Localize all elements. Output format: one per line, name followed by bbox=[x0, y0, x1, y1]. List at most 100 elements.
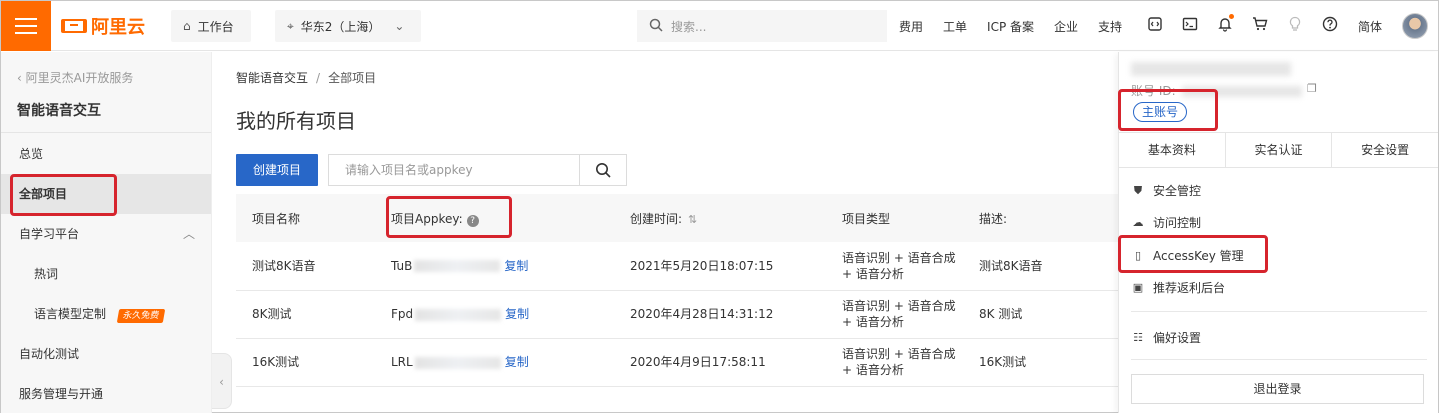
tab-real-name-auth[interactable]: 实名认证 bbox=[1226, 133, 1333, 167]
user-avatar[interactable] bbox=[1402, 13, 1428, 39]
cell-description: 8K 测试 bbox=[963, 290, 1118, 339]
breadcrumb-root[interactable]: 智能语音交互 bbox=[236, 71, 308, 85]
sidebar: ‹ 阿里灵杰AI开放服务 智能语音交互 总览 全部项目 自学习平台 ︿ 热词 语… bbox=[1, 52, 212, 413]
main-account-badge: 主账号 bbox=[1133, 102, 1188, 122]
aliyun-logo[interactable]: 阿里云 bbox=[61, 13, 145, 39]
sliders-icon: ☷ bbox=[1133, 331, 1143, 344]
sidebar-item-hot-words[interactable]: 热词 bbox=[1, 254, 211, 294]
nav-link-tickets[interactable]: 工单 bbox=[943, 18, 967, 35]
appkey-prefix: LRL bbox=[391, 355, 413, 369]
header-appkey-label: 项目Appkey: bbox=[391, 211, 463, 226]
redacted-appkey bbox=[414, 356, 501, 369]
sidebar-item-label: 语言模型定制 bbox=[34, 307, 107, 321]
region-selector[interactable]: ⌖ 华东2（上海） ⌄ bbox=[275, 10, 421, 42]
tab-basic-info[interactable]: 基本资料 bbox=[1119, 133, 1226, 167]
sidebar-item-label: 总览 bbox=[19, 147, 44, 161]
nav-link-billing[interactable]: 费用 bbox=[899, 18, 923, 35]
create-project-button[interactable]: 创建项目 bbox=[236, 154, 318, 186]
account-id-row: 账号 ID: bbox=[1131, 82, 1302, 99]
nav-link-support[interactable]: 支持 bbox=[1098, 18, 1122, 35]
toolbar-icons bbox=[1143, 1, 1353, 51]
menu-item-accesskey[interactable]: ▯ AccessKey 管理 bbox=[1131, 247, 1244, 264]
cell-description: 16K测试 bbox=[963, 338, 1118, 387]
aliyun-logo-icon bbox=[61, 19, 87, 33]
sidebar-item-label: 服务管理与开通 bbox=[19, 387, 104, 401]
sidebar-item-lm-custom[interactable]: 语言模型定制 永久免费 bbox=[1, 294, 211, 334]
copy-appkey-link[interactable]: 复制 bbox=[505, 355, 529, 369]
table-header-row: 项目名称 项目Appkey:? 创建时间: ⇅ 项目类型 描述: bbox=[236, 194, 1118, 242]
cell-created-time: 2020年4月28日14:31:12 bbox=[614, 290, 826, 339]
project-search-button[interactable] bbox=[579, 154, 627, 186]
hamburger-menu-button[interactable] bbox=[1, 1, 51, 51]
cell-appkey: Fpd 复制 bbox=[375, 290, 614, 339]
menu-item-label: 访问控制 bbox=[1153, 216, 1202, 230]
shopping-cart-icon[interactable] bbox=[1248, 16, 1272, 36]
home-icon: ⌂ bbox=[183, 19, 191, 33]
sidebar-item-service[interactable]: 服务管理与开通 bbox=[1, 374, 211, 413]
header-created-time[interactable]: 创建时间: ⇅ bbox=[614, 194, 826, 242]
copy-appkey-link[interactable]: 复制 bbox=[504, 259, 528, 273]
lightbulb-icon[interactable] bbox=[1283, 16, 1307, 36]
sidebar-item-auto-test[interactable]: 自动化测试 bbox=[1, 334, 211, 374]
menu-item-label: 安全管控 bbox=[1153, 184, 1202, 198]
brand-name: 阿里云 bbox=[91, 17, 145, 37]
cell-project-name: 测试8K语音 bbox=[236, 242, 375, 291]
referral-icon: ▣ bbox=[1132, 281, 1144, 294]
sidebar-item-label: 自学习平台 bbox=[19, 227, 80, 241]
notification-bell-icon[interactable] bbox=[1213, 14, 1237, 36]
workbench-label: 工作台 bbox=[197, 19, 234, 34]
cell-created-time: 2020年4月9日17:58:11 bbox=[614, 338, 826, 387]
menu-item-security-control[interactable]: ⛊ 安全管控 bbox=[1131, 182, 1201, 199]
page-title: 我的所有项目 bbox=[236, 109, 356, 133]
redacted-account-id bbox=[1181, 86, 1302, 97]
nav-link-icp[interactable]: ICP 备案 bbox=[987, 18, 1034, 35]
copy-icon[interactable]: ❐ bbox=[1307, 82, 1317, 95]
copy-appkey-link[interactable]: 复制 bbox=[505, 307, 529, 321]
terminal-icon[interactable] bbox=[1178, 16, 1202, 36]
region-label: 华东2（上海） bbox=[300, 19, 381, 34]
cell-project-type: 语音识别 + 语音合成 + 语音分析 bbox=[826, 290, 963, 339]
breadcrumb-current: 全部项目 bbox=[328, 71, 377, 85]
sidebar-title: 智能语音交互 bbox=[17, 103, 101, 119]
sidebar-collapse-handle[interactable]: ‹ bbox=[212, 353, 232, 409]
project-search-input[interactable] bbox=[328, 154, 580, 186]
menu-item-referral[interactable]: ▣ 推荐返利后台 bbox=[1131, 279, 1225, 296]
sidebar-item-self-learning[interactable]: 自学习平台 ︿ bbox=[1, 214, 211, 254]
sort-icon[interactable]: ⇅ bbox=[688, 213, 697, 226]
header-description: 描述: bbox=[963, 194, 1118, 242]
language-switch[interactable]: 简体 bbox=[1358, 18, 1382, 35]
menu-item-label: AccessKey 管理 bbox=[1153, 249, 1244, 263]
cell-description: 测试8K语音 bbox=[963, 242, 1118, 291]
cell-project-name: 16K测试 bbox=[236, 338, 375, 387]
account-dropdown-menu: 账号 ID: ❐ 主账号 基本资料 实名认证 安全设置 ⛊ 安全管控 ☁ 访问控制 … bbox=[1118, 52, 1438, 413]
code-icon[interactable] bbox=[1143, 16, 1167, 36]
menu-item-preferences[interactable]: ☷ 偏好设置 bbox=[1131, 329, 1201, 346]
top-navigation-bar: 阿里云 ⌂ 工作台 ⌖ 华东2（上海） ⌄ 搜索... 费用 工单 ICP 备案… bbox=[1, 1, 1438, 51]
sidebar-item-overview[interactable]: 总览 bbox=[1, 134, 211, 174]
table-row: 8K测试 Fpd 复制 2020年4月28日14:31:12 语音识别 + 语音合… bbox=[236, 290, 1118, 339]
sidebar-item-label: 热词 bbox=[34, 267, 59, 281]
table-row: 测试8K语音 TuB 复制 2021年5月20日18:07:15 语音识别 + 语… bbox=[236, 242, 1118, 291]
key-icon: ▯ bbox=[1134, 249, 1142, 262]
header-created-label: 创建时间: bbox=[630, 211, 683, 226]
cell-project-name: 8K测试 bbox=[236, 290, 375, 339]
help-icon[interactable]: ? bbox=[466, 214, 479, 227]
menu-item-access-control[interactable]: ☁ 访问控制 bbox=[1131, 214, 1202, 231]
nav-link-enterprise[interactable]: 企业 bbox=[1054, 18, 1078, 35]
tab-security-settings[interactable]: 安全设置 bbox=[1332, 133, 1438, 167]
global-search-input[interactable]: 搜索... bbox=[637, 10, 887, 42]
appkey-prefix: TuB bbox=[391, 258, 413, 273]
help-circle-icon[interactable] bbox=[1318, 16, 1342, 36]
sidebar-back-link[interactable]: ‹ 阿里灵杰AI开放服务 bbox=[17, 69, 133, 86]
logout-button[interactable]: 退出登录 bbox=[1131, 374, 1424, 404]
redacted-account-name bbox=[1131, 62, 1291, 76]
free-forever-badge: 永久免费 bbox=[116, 309, 166, 323]
cloud-icon: ☁ bbox=[1132, 216, 1144, 229]
cell-project-type: 语音识别 + 语音合成 + 语音分析 bbox=[826, 242, 963, 291]
chevron-left-icon: ‹ bbox=[17, 71, 22, 85]
redacted-appkey bbox=[415, 308, 502, 321]
sidebar-item-all-projects[interactable]: 全部项目 bbox=[1, 174, 211, 214]
account-tabs: 基本资料 实名认证 安全设置 bbox=[1119, 132, 1438, 168]
breadcrumb: 智能语音交互 / 全部项目 bbox=[236, 71, 377, 85]
workbench-button[interactable]: ⌂ 工作台 bbox=[171, 10, 251, 42]
